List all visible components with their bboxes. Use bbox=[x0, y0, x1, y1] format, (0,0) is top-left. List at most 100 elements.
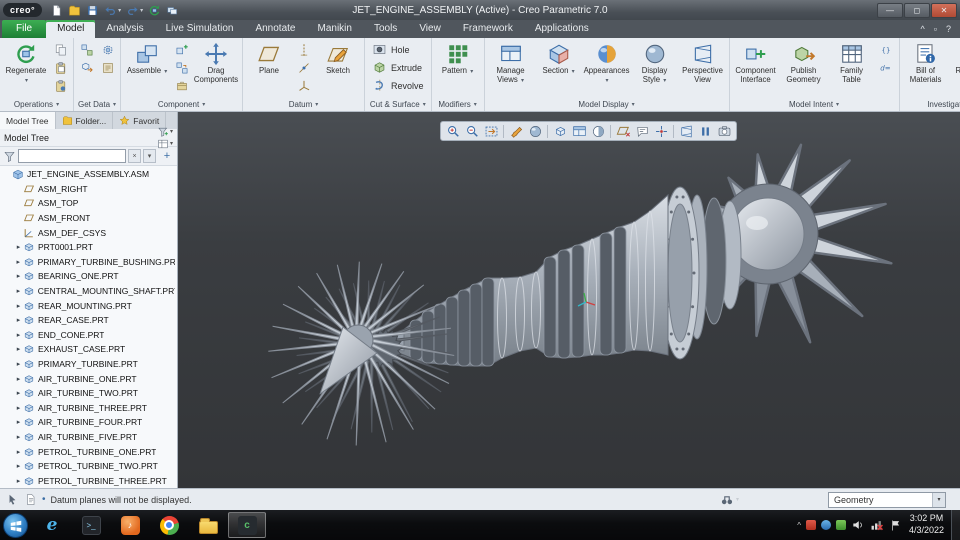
find-in-model-button[interactable]: ▾ bbox=[720, 493, 739, 507]
add-filter-button[interactable]: + bbox=[160, 150, 174, 162]
tree-item-end-cone-prt[interactable]: ▸ END_CONE.PRT bbox=[0, 328, 177, 343]
tree-item-prt0001-prt[interactable]: ▸ PRT0001.PRT bbox=[0, 240, 177, 255]
expand-arrow-icon[interactable]: ▸ bbox=[14, 316, 23, 324]
tab-manikin[interactable]: Manikin bbox=[306, 20, 362, 38]
ribbon-button-display-style[interactable]: Display Style ▾ bbox=[632, 41, 678, 84]
tab-annotate[interactable]: Annotate bbox=[244, 20, 306, 38]
expand-arrow-icon[interactable]: ▸ bbox=[14, 360, 23, 368]
tray-network-icon[interactable] bbox=[870, 518, 884, 532]
refit-button[interactable] bbox=[482, 122, 500, 140]
expand-arrow-icon[interactable]: ▸ bbox=[14, 287, 23, 295]
tray-blue-icon[interactable] bbox=[820, 520, 831, 530]
expand-arrow-icon[interactable]: ▸ bbox=[14, 272, 23, 280]
taskbar-internet-explorer[interactable]: e bbox=[33, 512, 71, 538]
graphics-area[interactable] bbox=[178, 112, 960, 488]
expand-arrow-icon[interactable]: ▸ bbox=[14, 404, 23, 412]
qat-windows-mini-button[interactable] bbox=[164, 1, 181, 19]
ribbon-button-datum-axis[interactable] bbox=[294, 41, 313, 58]
expand-arrow-icon[interactable]: ▸ bbox=[14, 243, 23, 251]
expand-arrow-icon[interactable]: ▸ bbox=[14, 462, 23, 470]
expand-arrow-icon[interactable]: ▸ bbox=[14, 302, 23, 310]
tree-item-rear-mounting-prt[interactable]: ▸ REAR_MOUNTING.PRT bbox=[0, 298, 177, 313]
maximize-button[interactable]: ◻ bbox=[904, 2, 930, 18]
tray-flag-icon[interactable] bbox=[889, 519, 902, 532]
ribbon-group-label-modifiers[interactable]: Modifiers ▾ bbox=[432, 97, 484, 111]
tray-red-icon[interactable] bbox=[805, 520, 816, 530]
datum-display-button[interactable] bbox=[614, 122, 632, 140]
ribbon-button-copy-geometry[interactable] bbox=[77, 59, 96, 76]
tree-item-petrol-turbine-three-prt[interactable]: ▸ PETROL_TURBINE_THREE.PRT bbox=[0, 473, 177, 488]
tree-item-bearing-one-prt[interactable]: ▸ BEARING_ONE.PRT bbox=[0, 269, 177, 284]
tree-item-rear-case-prt[interactable]: ▸ REAR_CASE.PRT bbox=[0, 313, 177, 328]
tree-item-petrol-turbine-two-prt[interactable]: ▸ PETROL_TURBINE_TWO.PRT bbox=[0, 459, 177, 474]
taskbar-chrome[interactable] bbox=[150, 512, 188, 538]
expand-arrow-icon[interactable]: ▸ bbox=[14, 258, 23, 266]
ribbon-button-extrude[interactable]: Extrude bbox=[368, 59, 428, 76]
tray-volume-icon[interactable] bbox=[851, 518, 865, 532]
ribbon-button-legacy-data[interactable] bbox=[98, 59, 117, 76]
tree-item-primary-turbine-bushing-prt[interactable]: ▸ PRIMARY_TURBINE_BUSHING.PRT bbox=[0, 255, 177, 270]
ribbon-button-datum-point[interactable] bbox=[294, 59, 313, 76]
ribbon-group-label-model-display[interactable]: Model Display ▾ bbox=[485, 97, 729, 111]
clear-search-button[interactable]: × bbox=[128, 149, 141, 163]
panel-tab-model-tree[interactable]: Model Tree bbox=[0, 112, 56, 129]
ribbon-group-label-model-intent[interactable]: Model Intent ▾ bbox=[730, 97, 899, 111]
ribbon-group-label-component[interactable]: Component ▾ bbox=[121, 97, 242, 111]
jet-engine-3d-model[interactable] bbox=[178, 112, 960, 488]
ribbon-button-copy[interactable] bbox=[51, 41, 70, 58]
tray-chevron-icon[interactable]: ^ bbox=[797, 521, 801, 530]
zoom-in-button[interactable] bbox=[444, 122, 462, 140]
ribbon-button-user-defined-feature[interactable] bbox=[77, 41, 96, 58]
annotation-display-button[interactable] bbox=[633, 122, 651, 140]
tree-item-air-turbine-four-prt[interactable]: ▸ AIR_TURBINE_FOUR.PRT bbox=[0, 415, 177, 430]
tree-item-central-mounting-shaft-prt[interactable]: ▸ CENTRAL_MOUNTING_SHAFT.PRT bbox=[0, 284, 177, 299]
view-manager-button[interactable] bbox=[570, 122, 588, 140]
ribbon-button-drag-components[interactable]: Drag Components bbox=[193, 41, 239, 84]
tree-filters-button[interactable]: ▾ bbox=[157, 126, 173, 138]
tree-item-asm-front[interactable]: ASM_FRONT bbox=[0, 211, 177, 226]
ribbon-button-relations[interactable]: {} bbox=[877, 41, 896, 58]
ribbon-group-label-get-data[interactable]: Get Data ▾ bbox=[74, 97, 120, 111]
ribbon-button-assemble[interactable]: Assemble ▾ bbox=[124, 41, 170, 76]
ribbon-button-bill-of-materials[interactable]: Bill of Materials bbox=[903, 41, 949, 84]
expand-arrow-icon[interactable]: ▸ bbox=[14, 448, 23, 456]
selection-filter-combo[interactable]: Geometry ▾ bbox=[828, 491, 946, 508]
tab-applications[interactable]: Applications bbox=[524, 20, 600, 38]
ribbon-button-shrinkwrap[interactable] bbox=[98, 41, 117, 58]
taskbar-clock[interactable]: 3:02 PM 4/3/2022 bbox=[902, 513, 951, 536]
tray-green-icon[interactable] bbox=[835, 520, 846, 530]
ribbon-button-paste[interactable] bbox=[51, 59, 70, 76]
tree-item-jet-engine-assembly-asm[interactable]: JET_ENGINE_ASSEMBLY.ASM bbox=[0, 167, 177, 182]
taskbar-file-explorer[interactable] bbox=[189, 512, 227, 538]
qat-new-file-button[interactable] bbox=[48, 1, 65, 19]
repaint-button[interactable] bbox=[507, 122, 525, 140]
ribbon-button-sketch[interactable]: Sketch bbox=[315, 41, 361, 76]
ribbon-button-regenerate[interactable]: Regenerate ▾ bbox=[3, 41, 49, 84]
saved-orientations-button[interactable] bbox=[551, 122, 569, 140]
tree-item-air-turbine-five-prt[interactable]: ▸ AIR_TURBINE_FIVE.PRT bbox=[0, 430, 177, 445]
ribbon-button-family-table[interactable]: Family Table bbox=[829, 41, 875, 84]
collapse-ribbon-icon[interactable]: ^ bbox=[921, 24, 925, 34]
help-icon[interactable]: ? bbox=[946, 24, 951, 34]
tab-view[interactable]: View bbox=[408, 20, 452, 38]
tree-item-air-turbine-two-prt[interactable]: ▸ AIR_TURBINE_TWO.PRT bbox=[0, 386, 177, 401]
tree-item-exhaust-case-prt[interactable]: ▸ EXHAUST_CASE.PRT bbox=[0, 342, 177, 357]
ribbon-button-parameters[interactable]: d= bbox=[877, 59, 896, 76]
qat-regenerate-button[interactable] bbox=[146, 1, 163, 19]
expand-arrow-icon[interactable]: ▸ bbox=[14, 331, 23, 339]
ribbon-button-perspective-view[interactable]: Perspective View bbox=[680, 41, 726, 84]
tab-framework[interactable]: Framework bbox=[452, 20, 524, 38]
ribbon-button-publish-geometry[interactable]: Publish Geometry bbox=[781, 41, 827, 84]
display-style-toggle-button[interactable] bbox=[589, 122, 607, 140]
ribbon-button-appearances[interactable]: Appearances ▾ bbox=[584, 41, 630, 84]
tab-file[interactable]: File bbox=[2, 20, 47, 38]
select-status-icon[interactable] bbox=[6, 493, 19, 506]
model-tree-search-input[interactable] bbox=[18, 149, 126, 163]
tab-analysis[interactable]: Analysis bbox=[95, 20, 154, 38]
ribbon-button-hole[interactable]: Hole bbox=[368, 41, 428, 58]
ribbon-button-manage-views[interactable]: Manage Views ▾ bbox=[488, 41, 534, 84]
ribbon-button-section[interactable]: Section ▾ bbox=[536, 41, 582, 76]
qat-undo-button[interactable]: ▾ bbox=[102, 1, 123, 19]
taskbar-app-orange[interactable]: ♪ bbox=[111, 512, 149, 538]
notifications-icon[interactable] bbox=[24, 493, 37, 506]
